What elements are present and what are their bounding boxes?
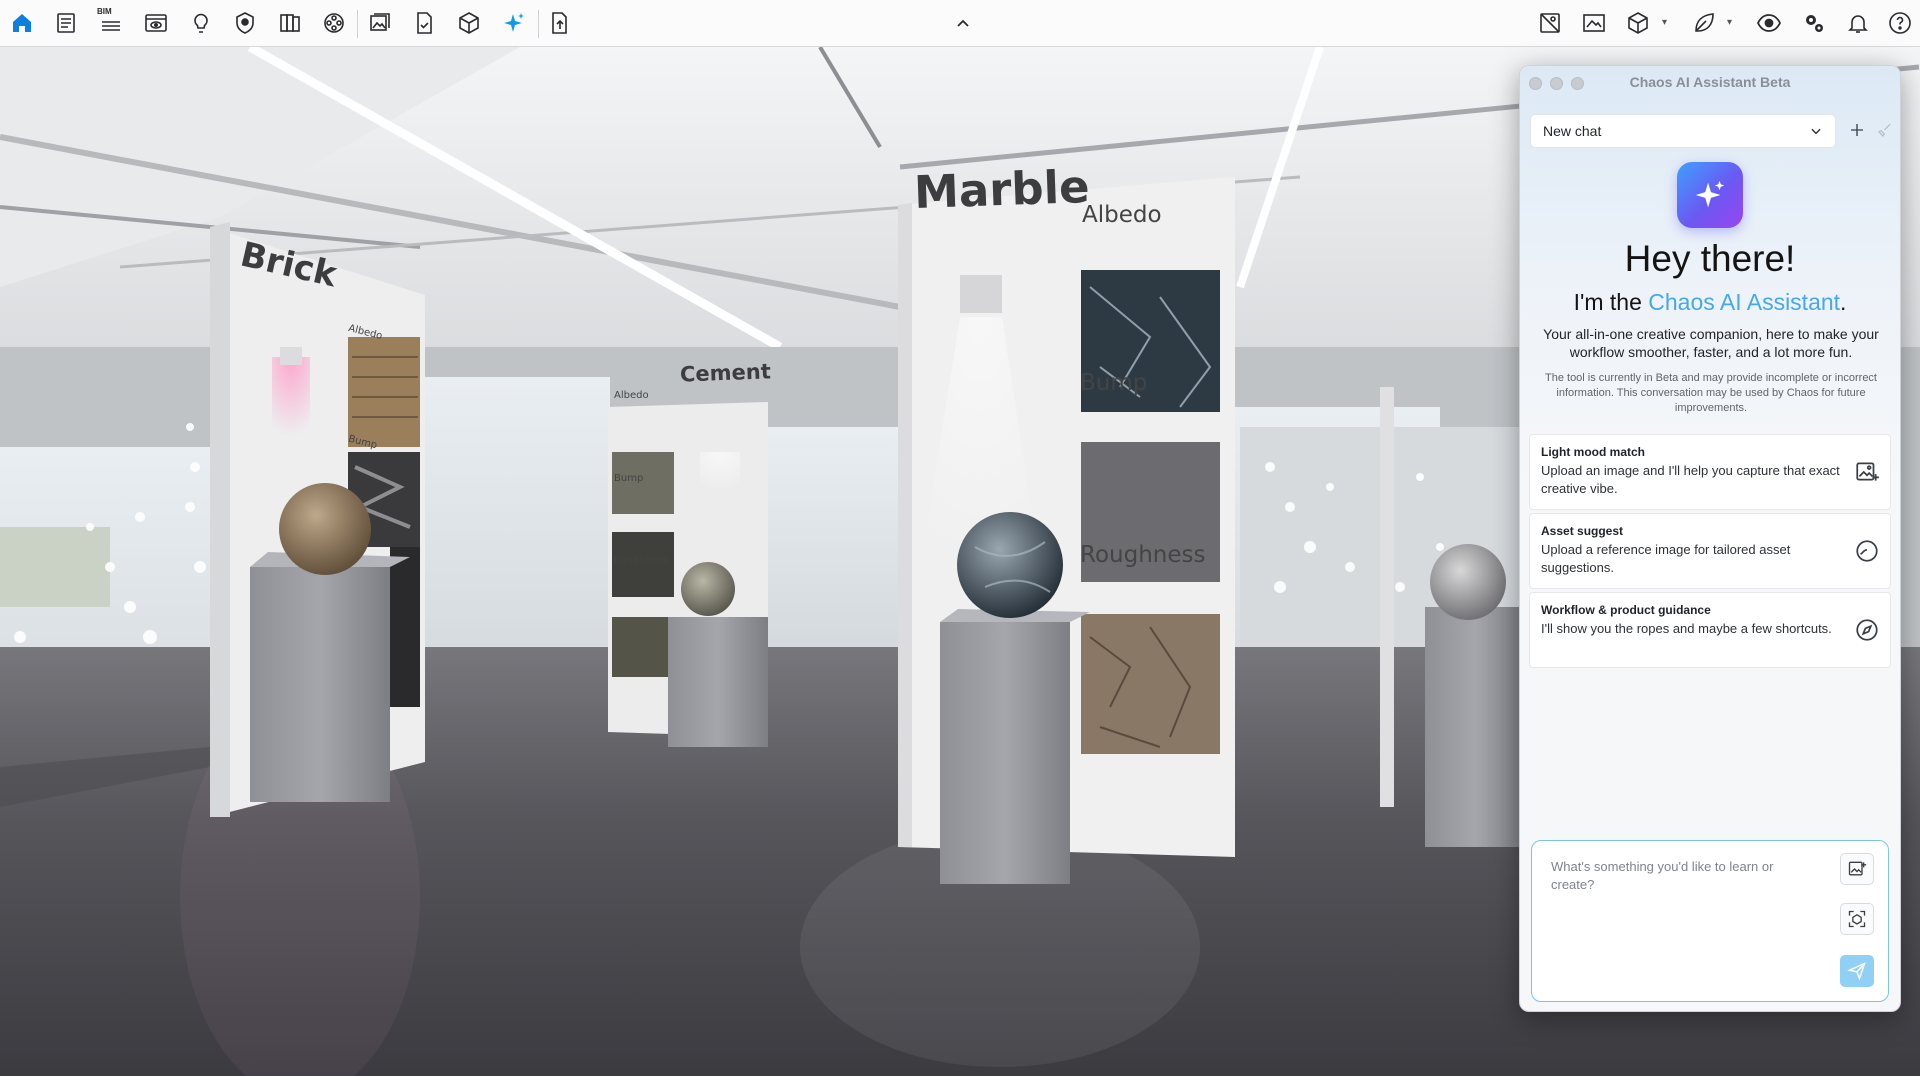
leaf-dropdown-icon[interactable]	[1686, 5, 1722, 41]
cube-icon[interactable]	[451, 5, 487, 41]
beta-disclaimer: The tool is currently in Beta and may pr…	[1545, 372, 1877, 414]
suggestion-title: Light mood match	[1541, 445, 1645, 459]
marble-albedo-label: Albedo	[1082, 202, 1162, 228]
suggestion-card-asset-suggest[interactable]: Asset suggest Upload a reference image f…	[1529, 513, 1891, 589]
marble-sign: Marble	[913, 159, 1091, 220]
toolbar-divider	[357, 10, 358, 38]
intro-suffix: .	[1840, 289, 1847, 315]
close-window-button[interactable]	[1529, 77, 1542, 90]
suggestion-title: Workflow & product guidance	[1541, 603, 1711, 617]
cement-bump-label: Bump	[614, 473, 644, 484]
image-add-icon	[1856, 462, 1879, 481]
greeting-heading: Hey there!	[1624, 238, 1796, 279]
intro-prefix: I'm the	[1573, 289, 1649, 315]
eye-icon[interactable]	[1751, 5, 1787, 41]
suggestion-text: Upload a reference image for tailored as…	[1541, 542, 1791, 575]
chat-input-placeholder[interactable]: What's something you'd like to learn or …	[1551, 858, 1801, 894]
plus-icon	[1851, 124, 1863, 136]
ai-sparkle-icon[interactable]	[496, 5, 532, 41]
send-icon	[1847, 962, 1866, 981]
cement-albedo-label: Albedo	[614, 390, 649, 401]
suggestion-title: Asset suggest	[1541, 524, 1624, 538]
frame-buffer-icon[interactable]	[1576, 5, 1612, 41]
bell-icon[interactable]	[1840, 5, 1876, 41]
image-add-icon	[1848, 861, 1867, 876]
screen-capture-icon	[1848, 910, 1866, 928]
suggestion-text: Upload an image and I'll help you captur…	[1541, 463, 1840, 496]
suggestion-card-light-mood[interactable]: Light mood match Upload an image and I'l…	[1529, 434, 1891, 510]
chat-input-box[interactable]: What's something you'd like to learn or …	[1531, 840, 1889, 1002]
page-export-icon[interactable]	[542, 5, 578, 41]
material-shield-icon[interactable]	[227, 5, 263, 41]
library-icon[interactable]	[272, 5, 308, 41]
scene-warning-icon[interactable]	[1532, 5, 1568, 41]
chat-selector-value: New chat	[1543, 123, 1602, 139]
circle-icon	[1856, 540, 1878, 562]
cement-sign: Cement	[679, 359, 772, 387]
new-chat-button[interactable]	[1843, 116, 1871, 144]
attach-image-button[interactable]	[1840, 853, 1874, 885]
minimize-window-button[interactable]	[1550, 77, 1563, 90]
chat-selector-dropdown[interactable]: New chat	[1530, 114, 1836, 148]
help-icon[interactable]	[1882, 5, 1918, 41]
home-icon[interactable]	[4, 5, 40, 41]
capture-viewport-button[interactable]	[1840, 903, 1874, 935]
sparkle-icon	[1695, 180, 1725, 208]
document-icon[interactable]	[48, 5, 84, 41]
ai-assistant-window: Chaos AI Assistant Beta New chat Hey the…	[1519, 65, 1901, 1012]
lightbulb-icon[interactable]	[183, 5, 219, 41]
broom-icon	[1878, 123, 1891, 137]
suggestion-card-workflow-guidance[interactable]: Workflow & product guidance I'll show yo…	[1529, 592, 1891, 668]
send-button[interactable]	[1840, 955, 1874, 987]
bim-icon[interactable]: BIM	[93, 5, 129, 41]
window-title: Chaos AI Assistant Beta	[1629, 74, 1791, 90]
image-gallery-icon[interactable]	[362, 5, 398, 41]
marble-bump-label: Bump	[1080, 370, 1148, 396]
ai-assistant-logo	[1677, 162, 1743, 228]
chevron-down-icon	[1811, 128, 1821, 135]
film-reel-icon[interactable]	[316, 5, 352, 41]
cement-roughness-label: Roughness	[614, 555, 669, 566]
toolbar-divider	[538, 10, 539, 38]
chevron-down-icon[interactable]: ▾	[1662, 17, 1667, 28]
chevron-down-icon[interactable]: ▾	[1727, 17, 1732, 28]
marble-roughness-label: Roughness	[1080, 542, 1206, 568]
intro-line: I'm the Chaos AI Assistant.	[1520, 289, 1900, 316]
chevron-up-icon[interactable]	[945, 5, 981, 41]
main-toolbar: BIM ▾ ▾	[0, 0, 1920, 47]
render-window-icon[interactable]	[138, 5, 174, 41]
intro-brand: Chaos AI Assistant	[1648, 289, 1841, 315]
cube-dropdown-icon[interactable]	[1620, 5, 1656, 41]
file-check-icon[interactable]	[406, 5, 442, 41]
clear-chat-button[interactable]	[1871, 116, 1899, 144]
zoom-window-button[interactable]	[1571, 77, 1584, 90]
window-titlebar[interactable]: Chaos AI Assistant Beta	[1520, 66, 1900, 98]
settings-icon[interactable]	[1796, 5, 1832, 41]
assistant-description: Your all-in-one creative companion, here…	[1543, 326, 1879, 360]
compass-icon	[1856, 619, 1878, 641]
suggestion-text: I'll show you the ropes and maybe a few …	[1541, 621, 1832, 636]
